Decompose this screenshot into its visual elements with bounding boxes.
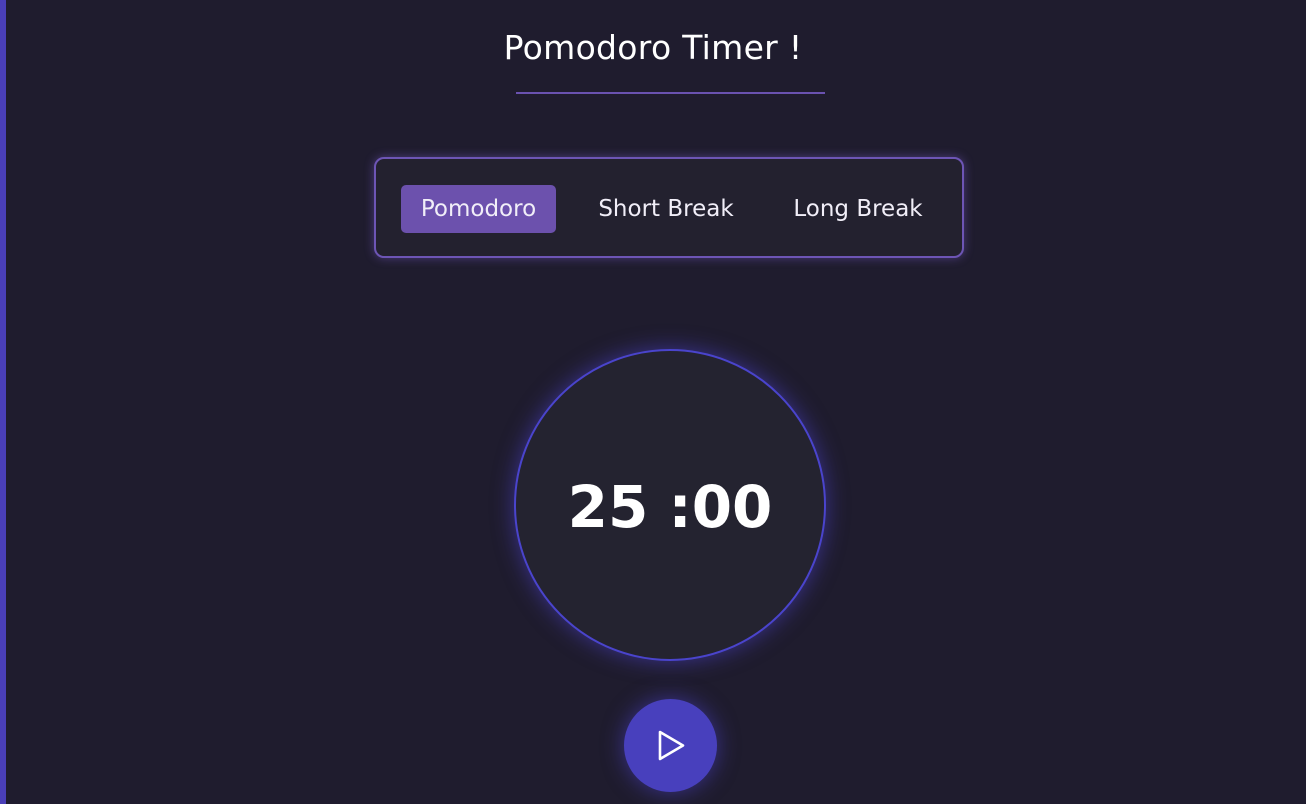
play-button[interactable] [624, 699, 717, 792]
tab-short-break[interactable]: Short Break [582, 185, 750, 233]
timer-circle: 25 :00 [514, 349, 826, 661]
page-title: Pomodoro Timer ! [503, 28, 803, 67]
left-accent-bar [0, 0, 6, 804]
tab-pomodoro[interactable]: Pomodoro [401, 185, 556, 233]
mode-selector: Pomodoro Short Break Long Break [374, 157, 964, 258]
timer-display: 25 :00 [567, 473, 773, 541]
play-icon [658, 730, 685, 761]
tab-long-break[interactable]: Long Break [776, 185, 940, 233]
title-underline [516, 92, 825, 94]
